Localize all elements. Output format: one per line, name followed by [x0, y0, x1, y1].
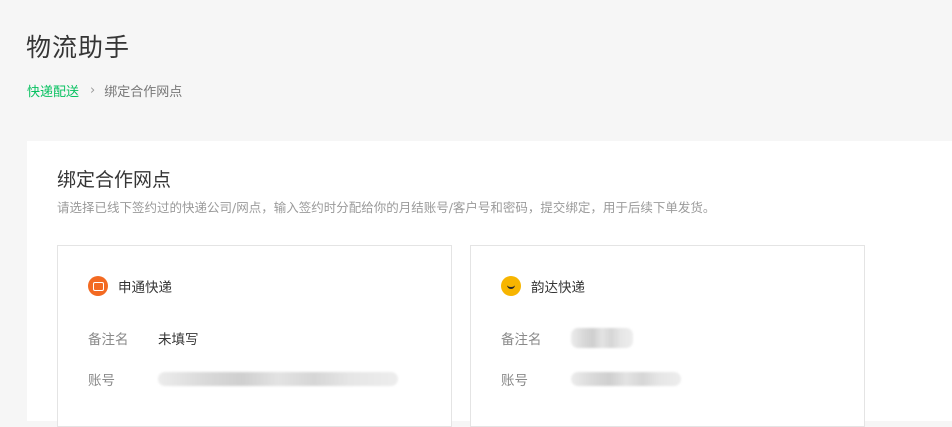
remark-value: 未填写: [158, 332, 199, 348]
card-header: 韵达快递: [501, 276, 585, 296]
card-header: 申通快递: [88, 276, 172, 296]
carrier-card-sto[interactable]: 申通快递 备注名 未填写 账号: [57, 245, 452, 427]
carrier-card-yunda[interactable]: 韵达快递 备注名 账号: [470, 245, 865, 427]
breadcrumb: 快递配送 › 绑定合作网点: [27, 81, 182, 100]
account-value-redacted: [158, 372, 398, 386]
remark-row: 备注名 未填写: [88, 328, 199, 348]
remark-label: 备注名: [501, 332, 542, 348]
account-row: 账号: [88, 369, 398, 389]
sto-logo-icon: [88, 276, 108, 296]
account-label: 账号: [88, 373, 115, 389]
company-name: 韵达快递: [531, 280, 585, 296]
account-row: 账号: [501, 369, 681, 389]
account-label: 账号: [501, 373, 528, 389]
yunda-logo-icon: [501, 276, 521, 296]
company-name: 申通快递: [118, 280, 172, 296]
panel-title: 绑定合作网点: [57, 169, 172, 191]
page-title: 物流助手: [26, 33, 131, 62]
breadcrumb-current: 绑定合作网点: [104, 85, 183, 100]
account-value-redacted: [571, 372, 681, 386]
chevron-right-icon: ›: [90, 83, 96, 98]
panel-description: 请选择已线下签约过的快递公司/网点，输入签约时分配给你的月结账号/客户号和密码，…: [57, 200, 716, 215]
remark-row: 备注名: [501, 328, 633, 348]
remark-label: 备注名: [88, 332, 129, 348]
bind-partner-panel: 绑定合作网点 请选择已线下签约过的快递公司/网点，输入签约时分配给你的月结账号/…: [27, 141, 952, 427]
remark-value-redacted: [571, 328, 633, 348]
breadcrumb-link-express-delivery[interactable]: 快递配送: [27, 81, 79, 100]
